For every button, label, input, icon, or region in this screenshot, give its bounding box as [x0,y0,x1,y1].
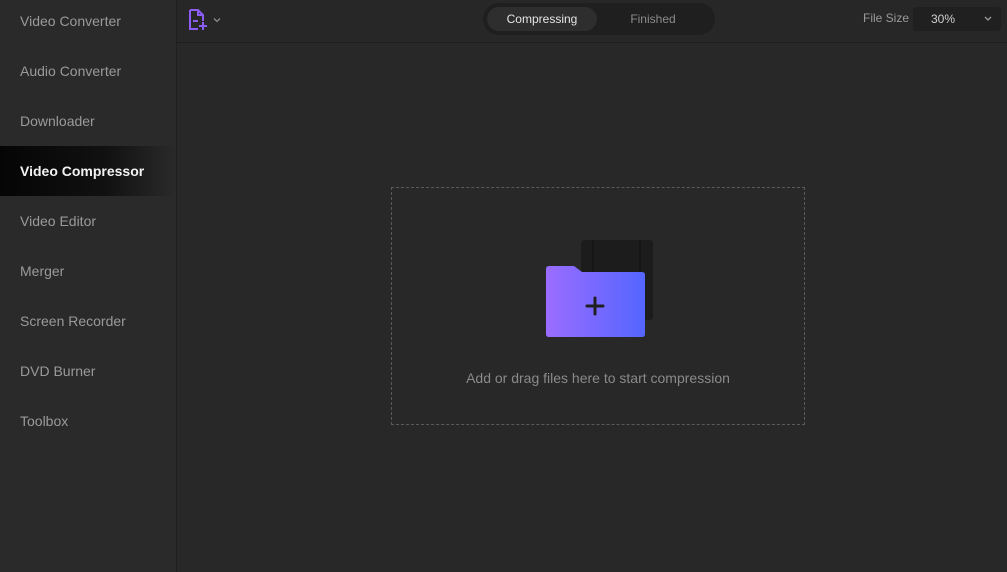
status-tabs: Compressing Finished [483,3,715,35]
sidebar-item-label: Video Editor [20,213,97,229]
sidebar-item-label: Video Compressor [20,163,145,179]
tab-finished[interactable]: Finished [603,7,703,31]
sidebar-item-video-compressor[interactable]: Video Compressor [0,146,176,196]
sidebar-item-downloader[interactable]: Downloader [0,96,176,146]
sidebar-item-label: DVD Burner [20,363,96,379]
toolbar: Compressing Finished File Size 30% [177,0,1007,43]
chevron-down-icon [984,16,992,21]
file-add-icon [189,9,207,30]
sidebar-item-audio-converter[interactable]: Audio Converter [0,46,176,96]
add-file-button[interactable] [187,8,223,32]
sidebar-item-video-editor[interactable]: Video Editor [0,196,176,246]
sidebar-item-label: Audio Converter [20,63,122,79]
file-size-value: 30% [931,12,956,26]
sidebar-item-label: Merger [20,263,65,279]
tab-compressing[interactable]: Compressing [487,7,597,31]
file-size-select[interactable]: 30% [913,7,1001,31]
sidebar-item-dvd-burner[interactable]: DVD Burner [0,346,176,396]
dropzone-hint: Add or drag files here to start compress… [466,370,730,386]
chevron-down-icon [213,18,221,23]
sidebar-item-merger[interactable]: Merger [0,246,176,296]
sidebar-item-toolbox[interactable]: Toolbox [0,396,176,446]
sidebar: Video Converter Audio Converter Download… [0,0,177,572]
sidebar-item-screen-recorder[interactable]: Screen Recorder [0,296,176,346]
sidebar-item-label: Video Converter [20,13,121,29]
sidebar-item-label: Downloader [20,113,95,129]
folder-add-icon [546,240,653,337]
sidebar-item-label: Toolbox [20,413,69,429]
sidebar-item-video-converter[interactable]: Video Converter [0,0,176,46]
file-dropzone[interactable]: Add or drag files here to start compress… [391,187,805,425]
sidebar-item-label: Screen Recorder [20,313,126,329]
file-size-label: File Size [863,11,910,25]
